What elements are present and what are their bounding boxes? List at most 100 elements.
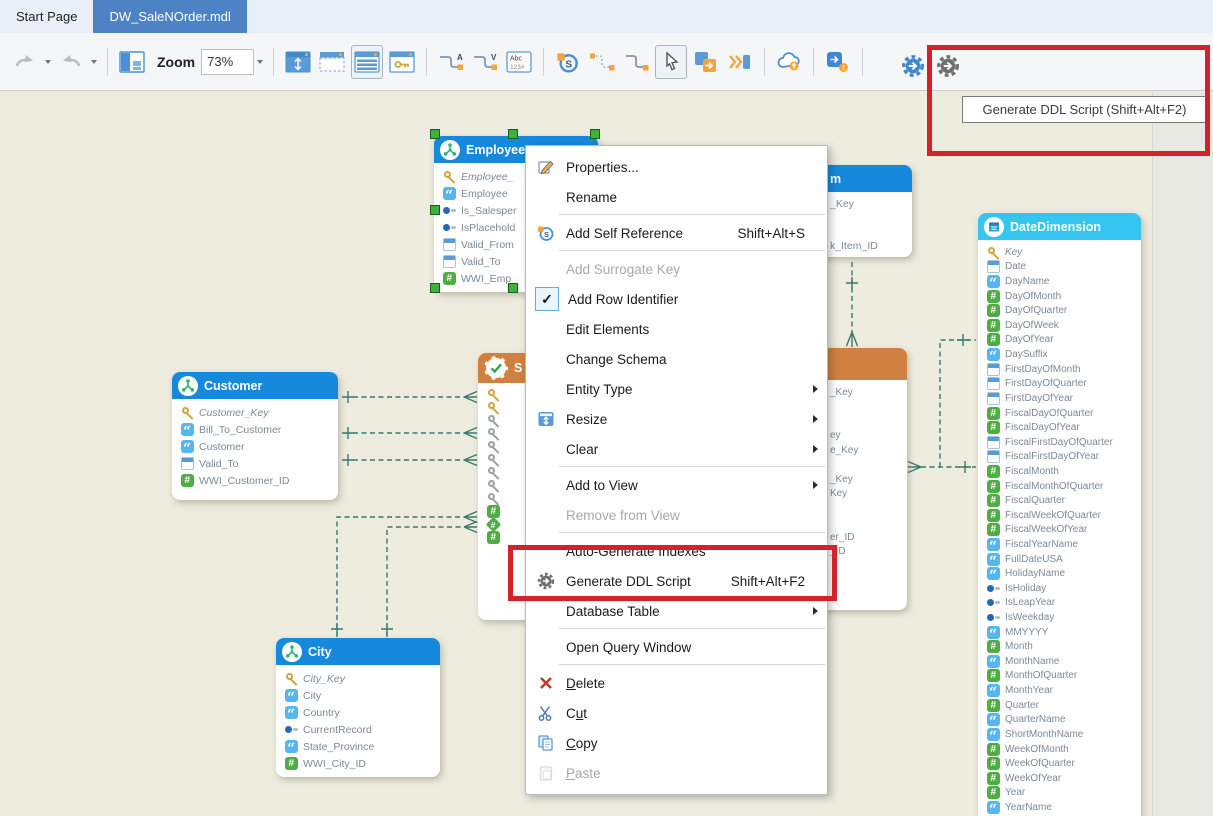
- entity-city[interactable]: City City_KeyCityCountryCurrentRecordSta…: [276, 638, 440, 777]
- forward-engineer-button[interactable]: [691, 46, 721, 78]
- field-row[interactable]: Date: [987, 260, 1137, 275]
- field-row[interactable]: Month: [987, 639, 1137, 654]
- menu-item-copy[interactable]: Copy: [526, 728, 827, 758]
- field-row[interactable]: CurrentRecord: [285, 721, 436, 738]
- panel-toggle-button[interactable]: [117, 46, 147, 78]
- show-datatypes-button[interactable]: Abc123#: [504, 46, 534, 78]
- menu-item-add-surrogate-key[interactable]: Add Surrogate Key: [526, 254, 827, 284]
- menu-item-resize[interactable]: Resize: [526, 404, 827, 434]
- zoom-dropdown-icon[interactable]: [257, 60, 263, 64]
- field-row[interactable]: FiscalMonth: [987, 464, 1137, 479]
- field-row[interactable]: City: [285, 687, 436, 704]
- field-row[interactable]: IsLeapYear: [987, 596, 1137, 611]
- menu-item-delete[interactable]: Delete: [526, 668, 827, 698]
- field-row[interactable]: FiscalDayOfQuarter: [987, 406, 1137, 421]
- field-row[interactable]: WeekOfYear: [987, 771, 1137, 786]
- field-row[interactable]: WeekOfMonth: [987, 742, 1137, 757]
- field-row[interactable]: FirstDayOfQuarter: [987, 376, 1137, 391]
- menu-item-open-query-window[interactable]: Open Query Window: [526, 632, 827, 662]
- undo-button[interactable]: [10, 46, 40, 78]
- field-row[interactable]: Key: [987, 245, 1137, 260]
- reverse-engineer-button[interactable]: [725, 46, 755, 78]
- elbow-connector-button[interactable]: [621, 46, 651, 78]
- dotted-connector-button[interactable]: [587, 46, 617, 78]
- field-row[interactable]: ShortMonthName: [987, 727, 1137, 742]
- field-row[interactable]: WWI_Customer_ID: [181, 472, 334, 489]
- field-row[interactable]: IsWeekday: [987, 610, 1137, 625]
- field-row[interactable]: FiscalYearName: [987, 537, 1137, 552]
- menu-item-generate-ddl-script[interactable]: Generate DDL Script Shift+Alt+F2: [526, 566, 827, 596]
- pointer-tool-button[interactable]: [655, 45, 687, 79]
- menu-item-entity-type[interactable]: Entity Type: [526, 374, 827, 404]
- sync-settings-button[interactable]: [898, 50, 928, 82]
- zoom-value[interactable]: 73%: [201, 49, 254, 75]
- redo-dropdown-icon[interactable]: [91, 60, 97, 64]
- menu-item-database-table[interactable]: Database Table: [526, 596, 827, 626]
- field-row[interactable]: FiscalQuarter: [987, 493, 1137, 508]
- field-row[interactable]: FiscalFirstDayOfQuarter: [987, 435, 1137, 450]
- field-row[interactable]: DayOfQuarter: [987, 303, 1137, 318]
- menu-item-remove-from-view[interactable]: Remove from View: [526, 500, 827, 530]
- menu-item-cut[interactable]: Cut: [526, 698, 827, 728]
- field-row[interactable]: FiscalDayOfYear: [987, 420, 1137, 435]
- field-row[interactable]: IsHoliday: [987, 581, 1137, 596]
- selection-handle[interactable]: [508, 283, 518, 293]
- selection-handle[interactable]: [590, 129, 600, 139]
- undo-dropdown-icon[interactable]: [45, 60, 51, 64]
- generate-ddl-button[interactable]: [933, 50, 963, 82]
- field-row[interactable]: City_Key: [285, 670, 436, 687]
- selection-handle[interactable]: [430, 205, 440, 215]
- menu-item-paste[interactable]: Paste: [526, 758, 827, 788]
- field-row[interactable]: Bill_To_Customer: [181, 421, 334, 438]
- field-row[interactable]: State_Province: [285, 738, 436, 755]
- display-mode-columns-button[interactable]: [351, 45, 383, 79]
- database-export-button[interactable]: !: [823, 46, 853, 78]
- field-row[interactable]: FiscalFirstDayOfYear: [987, 450, 1137, 465]
- tab-start-page[interactable]: Start Page: [0, 0, 93, 33]
- field-row[interactable]: FirstDayOfYear: [987, 391, 1137, 406]
- menu-item-properties[interactable]: Properties...: [526, 152, 827, 182]
- field-row[interactable]: FiscalWeekOfYear: [987, 523, 1137, 538]
- field-row[interactable]: YearName: [987, 800, 1137, 815]
- field-row[interactable]: FirstDayOfMonth: [987, 362, 1137, 377]
- selection-handle[interactable]: [430, 283, 440, 293]
- redo-button[interactable]: [56, 46, 86, 78]
- display-mode-collapse-button[interactable]: [317, 46, 347, 78]
- menu-item-add-row-identifier[interactable]: Add Row Identifier: [526, 284, 827, 314]
- field-row[interactable]: MonthYear: [987, 683, 1137, 698]
- field-row[interactable]: DayOfMonth: [987, 289, 1137, 304]
- menu-item-add-self-reference[interactable]: Add Self Reference Shift+Alt+S: [526, 218, 827, 248]
- field-row[interactable]: Country: [285, 704, 436, 721]
- field-row[interactable]: DayName: [987, 274, 1137, 289]
- field-row[interactable]: MMYYYY: [987, 625, 1137, 640]
- menu-item-auto-generate-indexes[interactable]: Auto-Generate Indexes: [526, 536, 827, 566]
- connector-descending-button[interactable]: V: [470, 46, 500, 78]
- menu-item-edit-elements[interactable]: Edit Elements: [526, 314, 827, 344]
- field-row[interactable]: QuarterName: [987, 713, 1137, 728]
- menu-item-add-to-view[interactable]: Add to View: [526, 470, 827, 500]
- menu-item-rename[interactable]: Rename: [526, 182, 827, 212]
- field-row[interactable]: WeekOfQuarter: [987, 756, 1137, 771]
- entity-customer[interactable]: Customer Customer_KeyBill_To_CustomerCus…: [172, 372, 338, 500]
- menu-item-change-schema[interactable]: Change Schema: [526, 344, 827, 374]
- display-mode-keys-button[interactable]: [387, 46, 417, 78]
- field-row[interactable]: Quarter: [987, 698, 1137, 713]
- field-row[interactable]: FiscalMonthOfQuarter: [987, 479, 1137, 494]
- field-row[interactable]: DayOfYear: [987, 333, 1137, 348]
- field-row[interactable]: MonthOfQuarter: [987, 669, 1137, 684]
- tab-dw-salenorder-mdl[interactable]: DW_SaleNOrder.mdl: [93, 0, 246, 33]
- field-row[interactable]: Customer_Key: [181, 404, 334, 421]
- entity-date-dimension[interactable]: DateDimension KeyDateDayNameDayOfMonthDa…: [978, 213, 1141, 816]
- field-row[interactable]: MonthName: [987, 654, 1137, 669]
- add-self-reference-button[interactable]: [553, 46, 583, 78]
- field-row[interactable]: Valid_To: [181, 455, 334, 472]
- menu-item-clear[interactable]: Clear: [526, 434, 827, 464]
- field-row[interactable]: Year: [987, 786, 1137, 801]
- field-row[interactable]: HolidayName: [987, 566, 1137, 581]
- field-row[interactable]: WWI_City_ID: [285, 755, 436, 772]
- field-row[interactable]: FullDateUSA: [987, 552, 1137, 567]
- display-mode-fit-button[interactable]: [283, 46, 313, 78]
- selection-handle[interactable]: [508, 129, 518, 139]
- selection-handle[interactable]: [430, 129, 440, 139]
- field-row[interactable]: FiscalWeekOfQuarter: [987, 508, 1137, 523]
